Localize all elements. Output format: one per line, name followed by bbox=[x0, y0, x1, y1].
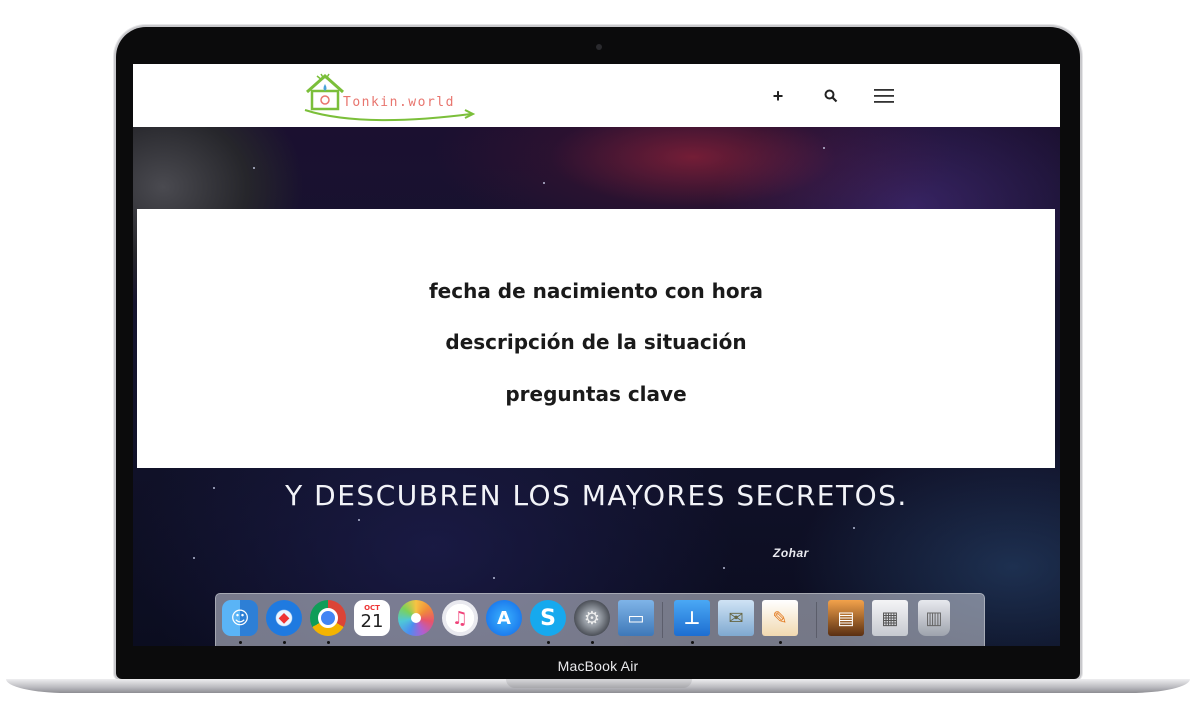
itunes-icon[interactable]: ♫ bbox=[442, 600, 478, 636]
documents-stack-icon[interactable]: ▦ bbox=[872, 600, 908, 636]
app-store-icon[interactable]: A bbox=[486, 600, 522, 636]
info-card: fecha de nacimiento con hora descripción… bbox=[137, 209, 1055, 468]
device-label: MacBook Air bbox=[557, 658, 639, 674]
plus-icon[interactable]: + bbox=[768, 86, 788, 106]
chrome-icon[interactable] bbox=[310, 600, 346, 636]
photos-icon[interactable] bbox=[398, 600, 434, 636]
quote-text: Y DESCUBREN LOS MAYORES SECRETOS. bbox=[285, 479, 908, 512]
card-line-description: descripción de la situación bbox=[445, 330, 747, 354]
mail-icon[interactable]: ✉ bbox=[718, 600, 754, 636]
logo-text: Tonkin.world bbox=[343, 95, 455, 110]
skype-icon[interactable]: S bbox=[530, 600, 566, 636]
laptop-notch bbox=[506, 679, 692, 688]
screen: Tonkin.world + fecha de nacimiento con h… bbox=[133, 64, 1060, 646]
trash-icon[interactable]: ▥ bbox=[918, 600, 950, 636]
menu-icon[interactable] bbox=[873, 86, 895, 106]
webcam bbox=[596, 44, 602, 50]
card-line-birthdate: fecha de nacimiento con hora bbox=[428, 279, 763, 303]
photo-stack-icon[interactable]: ▤ bbox=[828, 600, 864, 636]
system-preferences-icon[interactable]: ⚙ bbox=[574, 600, 610, 636]
keynote-icon[interactable]: ⊥ bbox=[674, 600, 710, 636]
preview-icon[interactable]: ▭ bbox=[618, 600, 654, 636]
quote-author: Zohar bbox=[773, 546, 809, 560]
site-header: Tonkin.world + bbox=[133, 64, 1060, 127]
finder-icon[interactable]: ☺ bbox=[222, 600, 258, 636]
card-line-questions: preguntas clave bbox=[505, 382, 687, 406]
safari-icon[interactable]: ◆ bbox=[266, 600, 302, 636]
pages-icon[interactable]: ✎ bbox=[762, 600, 798, 636]
search-icon[interactable] bbox=[821, 86, 841, 106]
macos-dock: ☺ ◆ OCT 21 ♫ A S ⚙ ▭ ⊥ ✉ ✎ ▤ ▦ ▥ bbox=[215, 593, 985, 646]
calendar-icon[interactable]: OCT 21 bbox=[354, 600, 390, 636]
